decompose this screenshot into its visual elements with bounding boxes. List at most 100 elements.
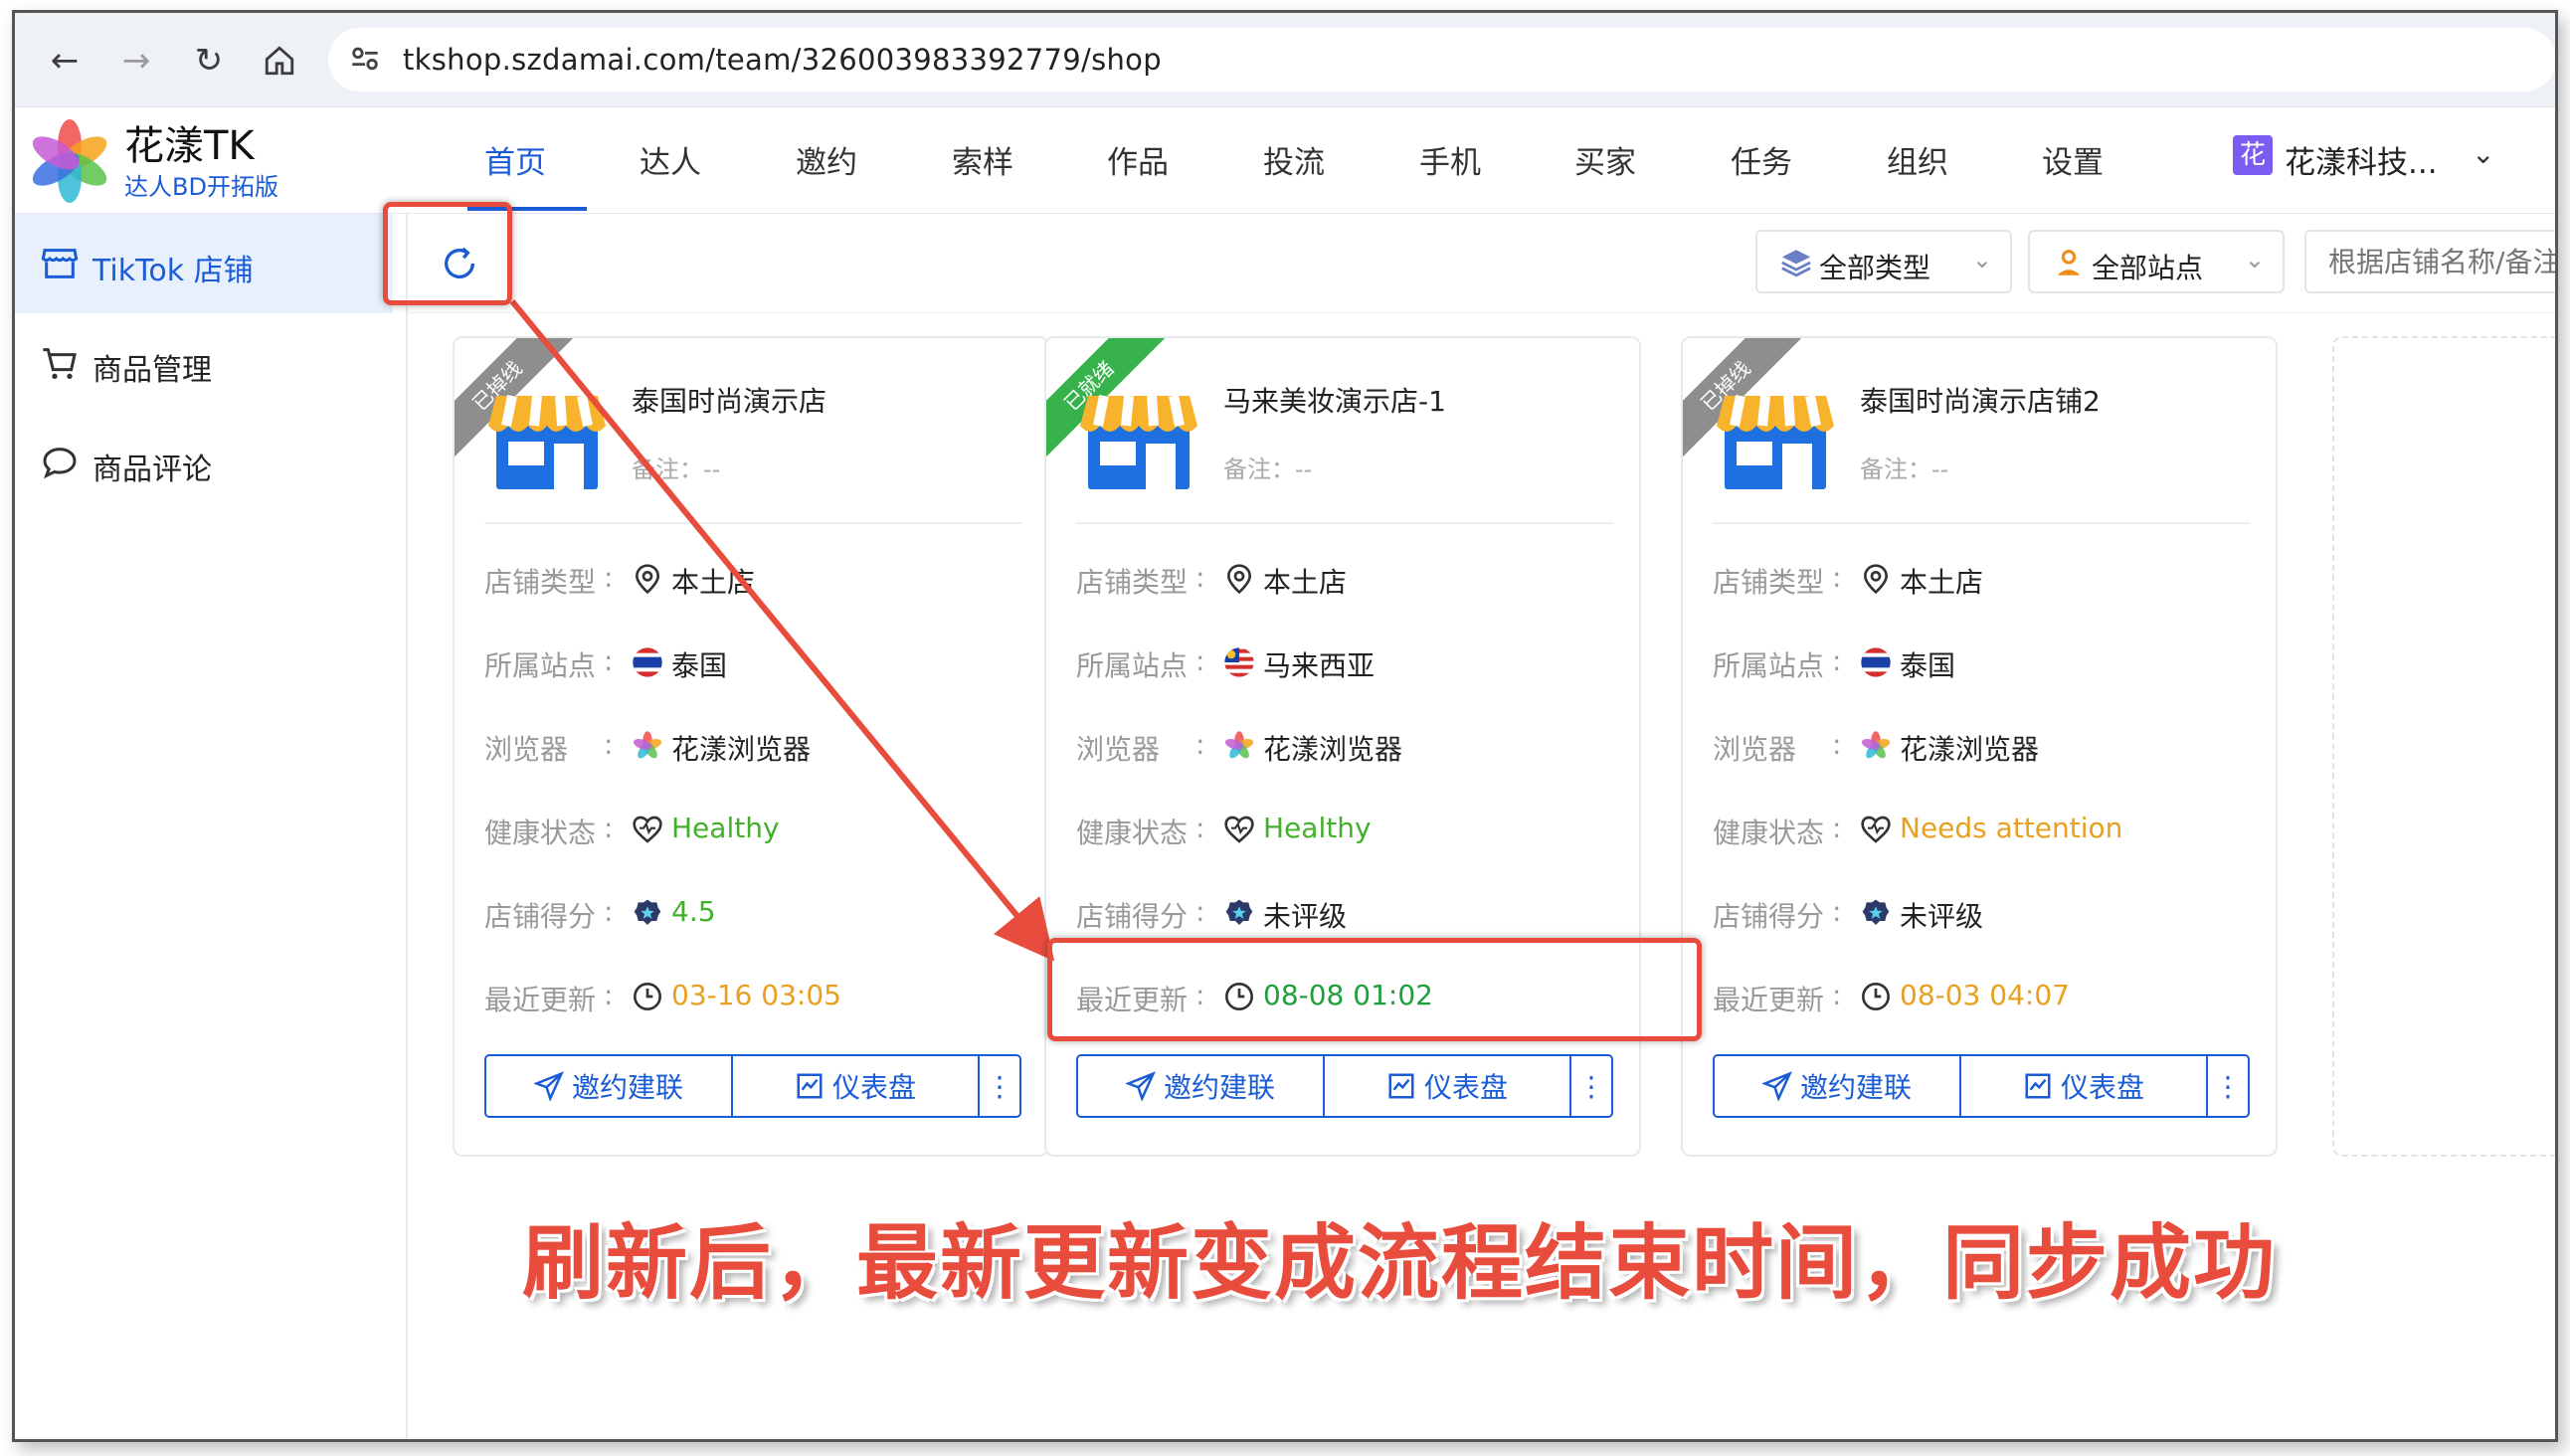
annotation-caption: 刷新后，最新更新变成流程结束时间，同步成功 [522,1216,2278,1311]
colon: : [1832,561,1842,594]
brand-logo-icon [32,119,107,203]
dashboard-button-label: 仪表盘 [1423,1071,1508,1104]
invite-button[interactable]: 邀约建联 [486,1056,733,1116]
colon: : [1195,812,1205,844]
card-actions: 邀约建联 仪表盘 ⋮ [484,1054,1021,1118]
row-score: 店铺得分 : 4.5 [484,889,1041,933]
chevron-down-icon: ⌄ [2244,246,2265,273]
org-avatar[interactable]: 花 [2233,135,2273,175]
label-browser: 浏览器 [484,733,569,766]
row-browser: 浏览器 : 花漾浏览器 [484,722,1041,766]
heart-pulse-icon [633,816,662,843]
chevron-down-icon: ⌄ [1971,246,1992,273]
nav-tasks[interactable]: 任务 [1731,137,1792,182]
more-button[interactable]: ⋮ [1571,1056,1611,1116]
nav-creators[interactable]: 达人 [640,137,701,182]
reload-icon[interactable]: ↻ [189,41,229,81]
row-browser: 浏览器 : 花漾浏览器 [1076,722,1633,766]
dashboard-button[interactable]: 仪表盘 [1325,1056,1571,1116]
clock-icon [634,983,661,1010]
chevron-down-icon[interactable]: ⌄ [2472,137,2494,170]
sidebar-item-label: 商品管理 [92,353,212,388]
colon: : [604,728,614,761]
heart-pulse-icon [1224,816,1254,843]
colon: : [1832,895,1842,928]
value-site: 泰国 [671,649,728,682]
nav-org[interactable]: 组织 [1887,137,1948,182]
value-shop-type: 本土店 [1263,566,1348,599]
forward-icon[interactable]: → [116,41,156,81]
row-shop-type: 店铺类型 : 本土店 [1713,555,2270,599]
nav-phone[interactable]: 手机 [1419,137,1481,182]
browser-logo-icon [633,731,662,759]
label-score: 店铺得分 [484,900,597,933]
shop-icon [488,395,606,489]
content-toolbar: 全部类型 ⌄ 全部站点 ⌄ [410,214,2555,313]
heart-pulse-icon [1861,816,1891,843]
value-shop-type: 本土店 [671,566,756,599]
label-shop-type: 店铺类型 [1076,566,1189,599]
sidebar-item-tiktok-shops[interactable]: TikTok 店铺 [15,214,393,313]
dashboard-button-label: 仪表盘 [831,1071,916,1104]
label-score: 店铺得分 [1713,900,1825,933]
back-icon[interactable]: ← [45,41,85,81]
nav-works[interactable]: 作品 [1107,137,1169,182]
more-button[interactable]: ⋮ [2208,1056,2248,1116]
label-site: 所属站点 [1076,649,1189,682]
more-button[interactable]: ⋮ [980,1056,1019,1116]
org-name[interactable]: 花漾科技... [2285,137,2438,182]
badge-star-icon [1862,899,1890,925]
location-pin-icon [1863,564,1889,595]
dashboard-button[interactable]: 仪表盘 [1961,1056,2208,1116]
site-settings-icon[interactable] [348,42,384,78]
label-browser: 浏览器 [1713,733,1797,766]
location-person-icon [2057,250,2081,275]
row-health: 健康状态 : Healthy [1076,806,1633,849]
invite-button[interactable]: 邀约建联 [1078,1056,1325,1116]
nav-samples[interactable]: 索样 [952,137,1013,182]
sidebar-item-products[interactable]: 商品管理 [15,313,393,413]
shop-icon [1717,395,1834,489]
type-filter-select[interactable]: 全部类型 ⌄ [1755,230,2012,293]
nav-settings[interactable]: 设置 [2042,137,2104,182]
label-health: 健康状态 [1713,817,1825,849]
value-score: 未评级 [1900,900,1984,933]
nav-invite[interactable]: 邀约 [796,137,857,182]
dashboard-button[interactable]: 仪表盘 [733,1056,980,1116]
shop-search-input[interactable] [2304,230,2555,293]
row-shop-type: 店铺类型 : 本土店 [1076,555,1633,599]
invite-button-label: 邀约建联 [571,1071,683,1104]
location-pin-icon [635,564,660,595]
dashboard-button-label: 仪表盘 [2060,1071,2144,1104]
cart-icon [43,348,77,379]
colon: : [604,895,614,928]
highlight-updated [1047,938,1702,1041]
sidebar-item-label: TikTok 店铺 [92,254,254,288]
card-divider [1076,522,1613,524]
nav-buyers[interactable]: 买家 [1574,137,1636,182]
app-header: 花漾TK 达人BD开拓版 首页 达人 邀约 索样 作品 投流 手机 买家 任务 … [15,107,2555,214]
shop-note: 备注：-- [1860,455,1949,483]
flag-icon [1224,647,1254,677]
add-shop-placeholder[interactable] [2332,336,2555,1157]
invite-button[interactable]: 邀约建联 [1715,1056,1961,1116]
sidebar-item-reviews[interactable]: 商品评论 [15,413,393,512]
colon: : [604,561,614,594]
clock-icon [1862,983,1890,1010]
home-icon[interactable] [260,41,299,81]
nav-home[interactable]: 首页 [484,137,546,182]
browser-toolbar: ← → ↻ tkshop.szdamai.com/team/3260039833… [15,13,2555,107]
address-bar[interactable]: tkshop.szdamai.com/team/326003983392779/… [328,28,2555,91]
shop-card: 已掉线 泰国时尚演示店铺2 备注：-- 店铺类型 : 本土店 所属站点 : 泰国 [1681,336,2278,1157]
url-text: tkshop.szdamai.com/team/326003983392779/… [403,43,1162,77]
card-divider [1713,522,2250,524]
label-browser: 浏览器 [1076,733,1161,766]
site-filter-select[interactable]: 全部站点 ⌄ [2028,230,2285,293]
shop-icon [1080,395,1197,489]
nav-ads[interactable]: 投流 [1263,137,1325,182]
card-divider [484,522,1021,524]
shop-name: 马来美妆演示店-1 [1223,385,1446,418]
colon: : [1832,728,1842,761]
colon: : [1195,644,1205,677]
row-health: 健康状态 : Needs attention [1713,806,2270,849]
